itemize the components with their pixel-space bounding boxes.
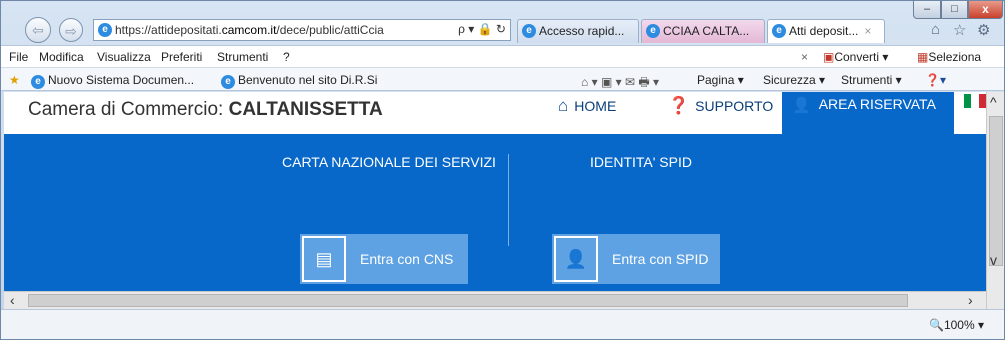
site-header: Camera di Commercio: CALTANISSETTA ⌂ HOME… — [4, 92, 986, 134]
tab-accesso[interactable]: e Accesso rapid... — [517, 19, 639, 43]
gear-icon[interactable]: ⚙ — [977, 21, 990, 39]
nav-supporto[interactable]: ❓ SUPPORTO — [668, 96, 773, 116]
nav-home[interactable]: ⌂ HOME — [558, 96, 616, 116]
question-icon: ❓ — [668, 96, 690, 115]
divider — [508, 154, 509, 246]
italy-flag-icon[interactable] — [964, 94, 986, 108]
zoom-icon: 🔍 — [928, 318, 944, 332]
horizontal-scrollbar[interactable]: ‹ › — [4, 291, 986, 309]
address-bar[interactable]: e https://attidepositati.camcom.it/dece/… — [93, 19, 511, 41]
menu-visualizza[interactable]: Visualizza — [97, 50, 151, 64]
menu-pagina[interactable]: Pagina ▾ — [697, 73, 744, 87]
vertical-scrollbar[interactable]: ^ v — [986, 92, 1004, 314]
ie-icon: e — [772, 24, 786, 38]
favorite-link[interactable]: e Benvenuto nel sito Di.R.Si — [221, 73, 377, 89]
scroll-right-icon[interactable]: › — [968, 292, 973, 308]
home-icon: ⌂ — [558, 96, 569, 115]
tab-atti[interactable]: e Atti deposit... × — [767, 19, 885, 43]
favorites-star-icon[interactable]: ★ — [9, 73, 20, 87]
help-icon[interactable]: ❓▾ — [925, 73, 946, 87]
tab-cciaa[interactable]: e CCIAA CALTA... — [641, 19, 765, 43]
ie-icon: e — [646, 24, 660, 38]
menu-sicurezza[interactable]: Sicurezza ▾ — [763, 73, 825, 87]
user-icon: 👤 — [792, 97, 811, 114]
scroll-down-icon[interactable]: v — [990, 252, 997, 268]
horizontal-scroll-thumb[interactable] — [28, 294, 908, 307]
page-title: Camera di Commercio: CALTANISSETTA — [28, 99, 383, 120]
menu-modifica[interactable]: Modifica — [39, 50, 84, 64]
menu-strumenti[interactable]: Strumenti — [217, 50, 268, 64]
favorites-star-icon[interactable]: ☆ — [953, 21, 966, 39]
vertical-scroll-thumb[interactable] — [989, 116, 1003, 266]
menu-bar: File Modifica Visualizza Preferiti Strum… — [1, 45, 1004, 67]
command-icons[interactable]: ⌂ ▾ ▣ ▾ ✉ 🖶 ▾ — [581, 73, 659, 94]
favorite-link[interactable]: e Nuovo Sistema Documen... — [31, 73, 194, 89]
url-text: https://attidepositati.camcom.it/dece/pu… — [115, 23, 384, 37]
ie-icon: e — [31, 75, 45, 89]
user-icon: 👤 — [554, 236, 598, 282]
favorites-bar: ★ e Nuovo Sistema Documen... e Benvenuto n… — [1, 67, 1004, 91]
address-actions[interactable]: ρ ▾ 🔒 ↻ — [458, 22, 506, 36]
converti-button[interactable]: ▣Converti ▾ — [823, 50, 888, 64]
ie-icon: e — [221, 75, 235, 89]
close-tab-icon[interactable]: × — [864, 24, 871, 38]
seleziona-button[interactable]: ▦Seleziona — [917, 50, 981, 64]
card-icon: ▤ — [302, 236, 346, 282]
ie-icon: e — [522, 24, 536, 38]
menu-preferiti[interactable]: Preferiti — [161, 50, 202, 64]
scroll-up-icon[interactable]: ^ — [990, 94, 997, 110]
page-viewport: Camera di Commercio: CALTANISSETTA ⌂ HOME… — [4, 92, 986, 314]
scroll-left-icon[interactable]: ‹ — [10, 292, 15, 308]
back-button[interactable]: ⇦ — [25, 17, 51, 43]
menu-file[interactable]: File — [9, 50, 28, 64]
home-icon[interactable]: ⌂ — [931, 21, 940, 38]
ie-icon: e — [98, 23, 112, 37]
spid-login-button[interactable]: 👤 Entra con SPID — [552, 234, 720, 284]
pdf-icon: ▣ — [823, 50, 835, 64]
cns-title: CARTA NAZIONALE DEI SERVIZI — [282, 154, 496, 170]
select-icon: ▦ — [917, 50, 929, 64]
close-bar-icon[interactable]: × — [801, 50, 808, 64]
spid-title: IDENTITA' SPID — [590, 154, 692, 170]
status-bar: 🔍100% ▾ — [1, 309, 1004, 339]
nav-area-riservata[interactable]: 👤 AREA RISERVATA — [782, 92, 954, 134]
zoom-control[interactable]: 🔍100% ▾ — [929, 318, 984, 332]
menu-strumenti-cmd[interactable]: Strumenti ▾ — [841, 73, 902, 87]
cns-login-button[interactable]: ▤ Entra con CNS — [300, 234, 468, 284]
browser-window: – □ x ⇦ ⇨ e https://attidepositati.camco… — [0, 0, 1005, 340]
menu-help[interactable]: ? — [283, 50, 290, 64]
forward-button[interactable]: ⇨ — [59, 18, 83, 42]
navigation-row: ⇦ ⇨ e https://attidepositati.camcom.it/d… — [1, 15, 1004, 45]
